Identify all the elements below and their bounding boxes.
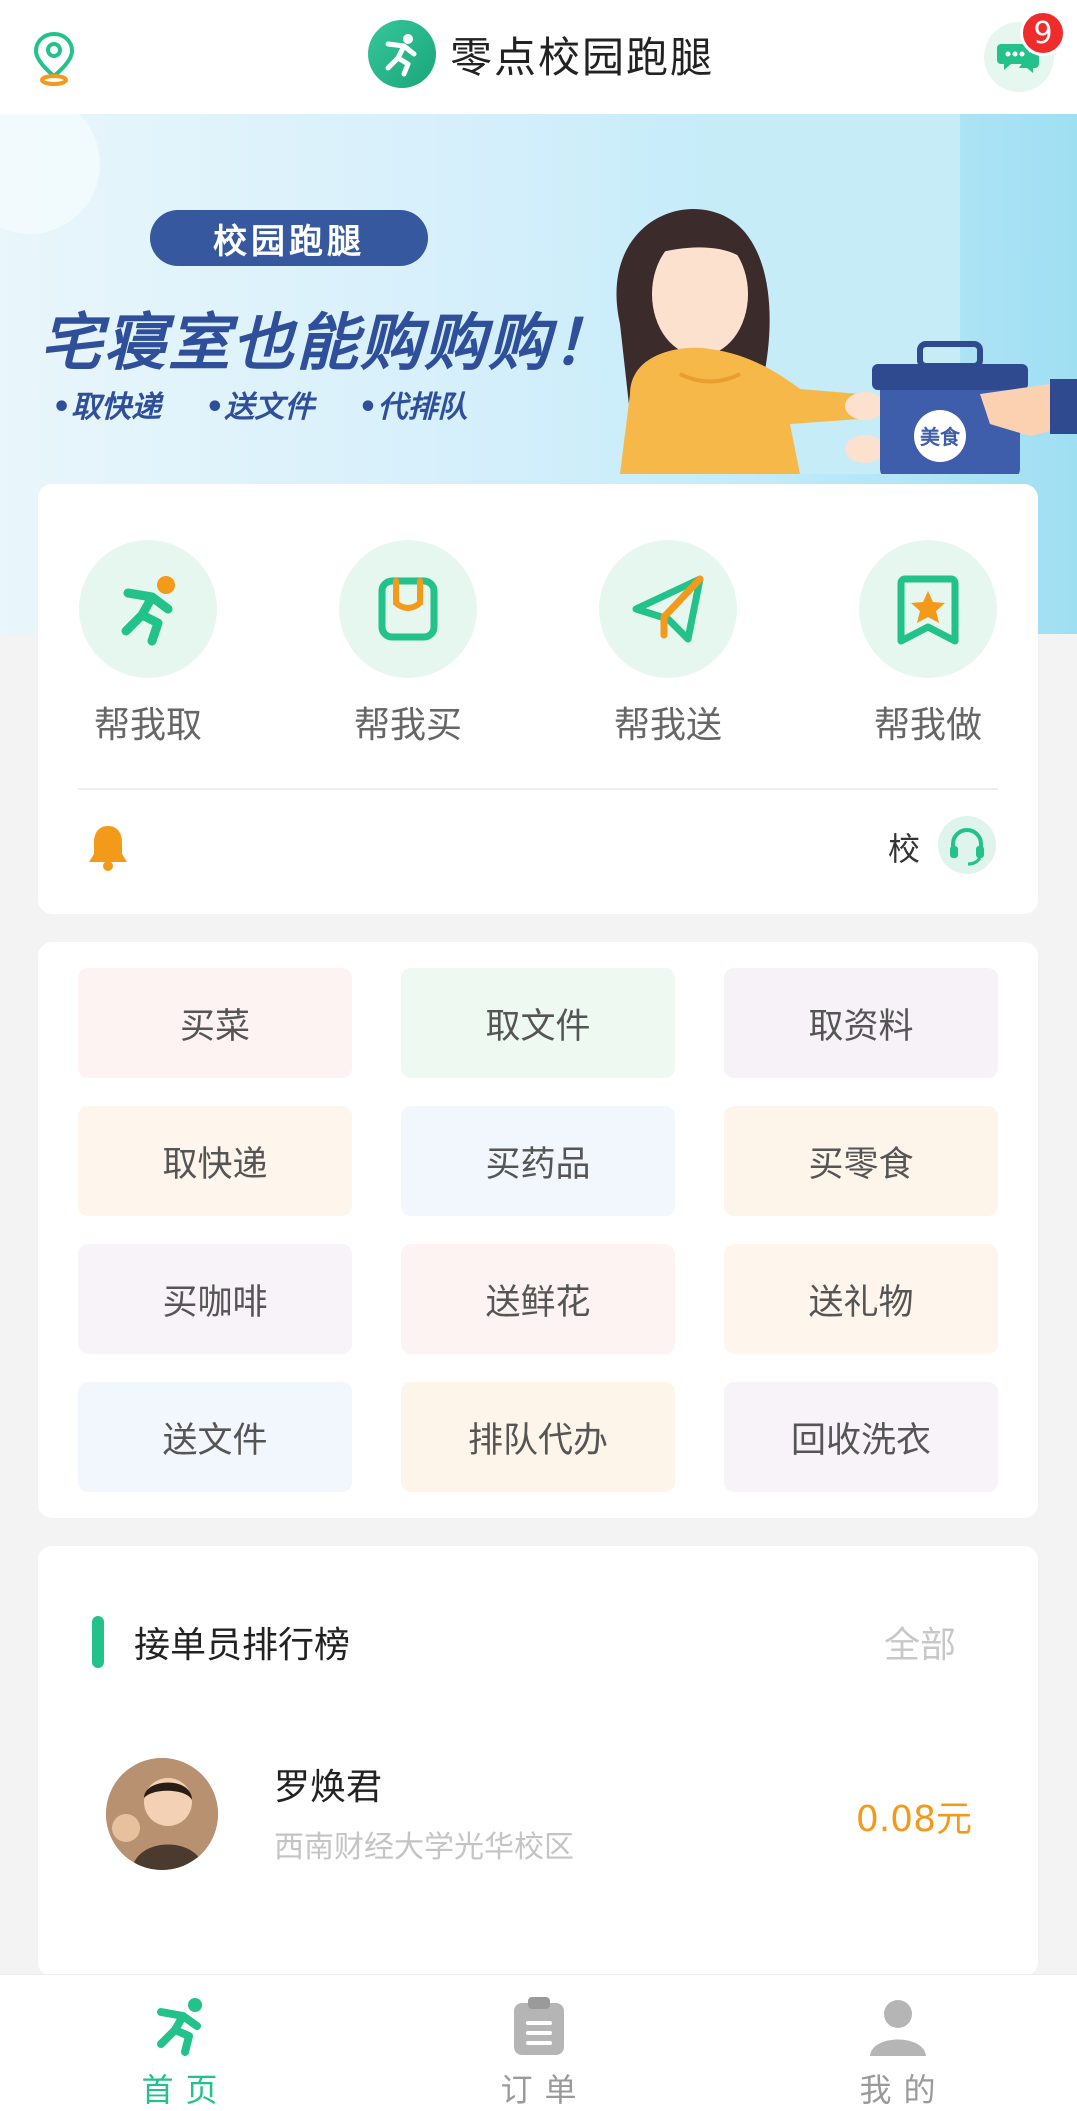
service-label: 帮我买 [353, 705, 462, 746]
category-item[interactable]: 排队代办 [401, 1382, 675, 1492]
banner-tag: •送文件 [205, 390, 315, 425]
ranking-card: 接单员排行榜 全部 罗焕君 西南财经大学光华校区 0.08元 [38, 1546, 1038, 1976]
app-title: 零点校园跑腿 [450, 32, 715, 82]
service-send[interactable]: 帮我送 [598, 540, 738, 748]
banner-tag: •代排队 [358, 390, 468, 425]
runner-icon [79, 540, 217, 678]
service-do[interactable]: 帮我做 [858, 540, 998, 748]
paper-plane-icon [599, 540, 737, 678]
category-item[interactable]: 买药品 [401, 1106, 675, 1216]
ranking-title: 接单员排行榜 [134, 1625, 351, 1666]
category-item[interactable]: 买零食 [724, 1106, 998, 1216]
notice-marquee-text[interactable]: 校 [888, 824, 920, 870]
ranking-all-link[interactable]: 全部 [884, 1616, 956, 1668]
clipboard-icon [507, 1995, 571, 2057]
banner-pill: 校园跑腿 [150, 210, 428, 266]
category-item[interactable]: 回收洗衣 [724, 1382, 998, 1492]
banner-illustration: 美食 [616, 208, 1077, 474]
category-item[interactable]: 取文件 [401, 968, 675, 1078]
headset-icon [950, 828, 984, 866]
app-logo-icon [368, 20, 436, 88]
divider [78, 788, 998, 790]
category-item[interactable]: 买菜 [78, 968, 352, 1078]
box-label: 美食 [920, 425, 961, 449]
tab-label: 订单 [500, 2071, 589, 2109]
tab-home[interactable]: 首页 [0, 1975, 359, 2111]
courier-school: 西南财经大学光华校区 [274, 1830, 574, 1865]
location-icon[interactable] [30, 30, 78, 86]
service-label: 帮我做 [873, 705, 982, 746]
category-item[interactable]: 买咖啡 [78, 1244, 352, 1354]
avatar[interactable] [106, 1758, 218, 1870]
category-item[interactable]: 送礼物 [724, 1244, 998, 1354]
category-item[interactable]: 取快递 [78, 1106, 352, 1216]
bell-icon [86, 822, 130, 872]
courier-earnings: 0.08元 [855, 1799, 972, 1840]
banner-headline: 宅寝室也能购购购！ [40, 306, 617, 379]
category-grid: 买菜 取文件 取资料 取快递 买药品 买零食 买咖啡 送鲜花 送礼物 送文件 排… [78, 968, 998, 1492]
category-item[interactable]: 送鲜花 [401, 1244, 675, 1354]
service-buy[interactable]: 帮我买 [338, 540, 478, 748]
category-item[interactable]: 送文件 [78, 1382, 352, 1492]
shopping-bag-icon [339, 540, 477, 678]
service-label: 帮我取 [93, 705, 202, 746]
customer-service-button[interactable] [938, 816, 996, 874]
banner-tag: •取快递 [52, 390, 162, 425]
banner-tags: •取快递 •送文件 •代排队 [52, 382, 468, 426]
category-item[interactable]: 取资料 [724, 968, 998, 1078]
user-icon [866, 1995, 930, 2057]
section-accent-bar [92, 1616, 104, 1668]
tab-label: 我的 [859, 2071, 948, 2109]
bookmark-star-icon [859, 540, 997, 678]
tab-label: 首页 [141, 2071, 230, 2109]
top-header: 零点校园跑腿 9 [0, 0, 1077, 114]
service-row: 帮我取 帮我买 帮我送 帮我做 [38, 540, 1038, 748]
service-pickup[interactable]: 帮我取 [78, 540, 218, 748]
category-card: 买菜 取文件 取资料 取快递 买药品 买零食 买咖啡 送鲜花 送礼物 送文件 排… [38, 942, 1038, 1518]
courier-name: 罗焕君 [274, 1767, 383, 1808]
app-brand: 零点校园跑腿 [368, 18, 714, 90]
tab-profile[interactable]: 我的 [718, 1975, 1077, 2111]
tab-orders[interactable]: 订单 [359, 1975, 718, 2111]
runner-icon [148, 1995, 212, 2057]
service-label: 帮我送 [613, 705, 722, 746]
message-count-badge: 9 [1020, 10, 1066, 56]
banner-decor-circle [0, 114, 100, 234]
bottom-tab-bar: 首页 订单 我的 [0, 1974, 1077, 2111]
service-card: 帮我取 帮我买 帮我送 帮我做 校 [38, 484, 1038, 914]
